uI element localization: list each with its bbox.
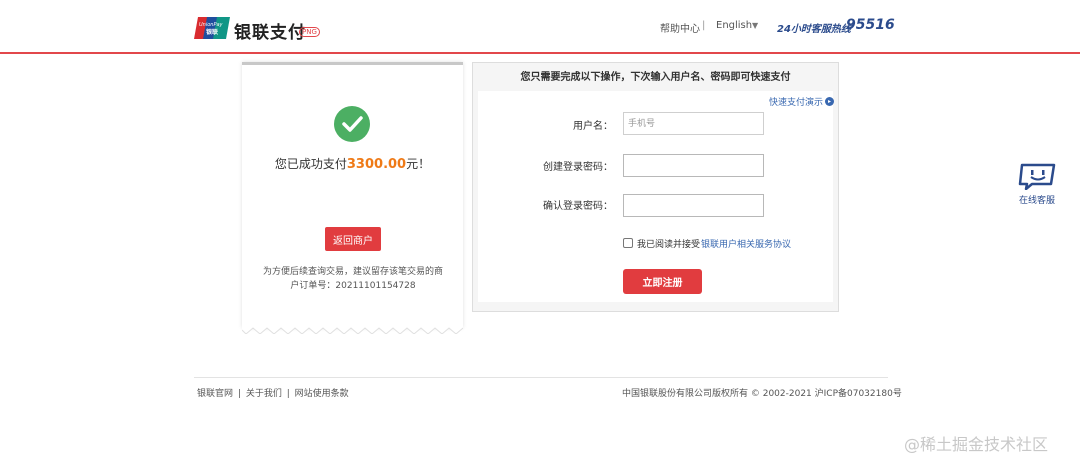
success-check-icon	[334, 106, 370, 142]
username-input[interactable]	[623, 112, 764, 135]
svg-text:银联: 银联	[206, 28, 218, 36]
username-label: 用户名：	[573, 121, 613, 132]
footer-links: 银联官网 | 关于我们 | 网站使用条款	[197, 386, 351, 399]
confirm-password-input[interactable]	[623, 194, 764, 217]
language-selector[interactable]: English	[716, 20, 752, 31]
service-agreement-link[interactable]: 银联用户相关服务协议	[701, 237, 791, 250]
brand-badge: PNG	[299, 27, 320, 37]
agreement-checkbox[interactable]	[623, 238, 633, 248]
play-icon[interactable]: ▸	[825, 97, 834, 106]
chevron-down-icon[interactable]: ▼	[752, 21, 758, 30]
create-password-label: 创建登录密码：	[543, 162, 613, 173]
receipt-torn-edge	[242, 318, 463, 334]
footer-separator: |	[286, 389, 290, 399]
header	[0, 0, 1080, 54]
success-suffix: 元！	[406, 157, 431, 171]
nav-separator: |	[702, 20, 706, 31]
brand-name: 银联支付	[234, 23, 306, 43]
payment-success-message: 您已成功支付3300.00元！	[242, 155, 463, 172]
agreement-text: 我已阅读并接受	[637, 240, 701, 250]
unionpay-logo-icon[interactable]: UnionPay 银联	[194, 17, 230, 39]
watermark: @稀土掘金技术社区	[904, 435, 1049, 454]
footer-separator: |	[237, 389, 241, 399]
header-divider	[0, 52, 1080, 54]
registration-title: 您只需要完成以下操作，下次输入用户名、密码即可快速支付	[520, 72, 791, 83]
register-now-button[interactable]: 立即注册	[623, 269, 702, 294]
hotline-label: 24小时客服热线	[777, 24, 851, 35]
quick-pay-demo-link[interactable]: 快速支付演示	[769, 95, 823, 108]
footer-link-about[interactable]: 关于我们	[246, 389, 282, 399]
success-prefix: 您已成功支付	[274, 157, 347, 171]
confirm-password-label: 确认登录密码：	[543, 201, 613, 212]
order-number-note: 为方便后续查询交易，建议留存该笔交易的商 户订单号：20211101154728	[260, 265, 446, 293]
hotline-number: 95516	[846, 17, 895, 33]
footer-divider	[194, 377, 888, 378]
svg-text:UnionPay: UnionPay	[199, 22, 224, 28]
return-to-merchant-button[interactable]: 返回商户	[325, 227, 381, 251]
order-note-line2: 户订单号：20211101154728	[290, 281, 416, 291]
paid-amount: 3300.00	[346, 157, 407, 172]
create-password-input[interactable]	[623, 154, 764, 177]
footer-link-terms[interactable]: 网站使用条款	[295, 389, 349, 399]
online-service-label[interactable]: 在线客服	[1019, 193, 1055, 206]
order-note-line1: 为方便后续查询交易，建议留存该笔交易的商	[262, 267, 443, 277]
customer-service-icon[interactable]	[1018, 162, 1058, 190]
copyright-text: 中国银联股份有限公司版权所有 © 2002-2021 沪ICP备07032180…	[622, 389, 902, 399]
help-center-link[interactable]: 帮助中心	[660, 20, 700, 35]
footer-link-official-site[interactable]: 银联官网	[197, 389, 233, 399]
